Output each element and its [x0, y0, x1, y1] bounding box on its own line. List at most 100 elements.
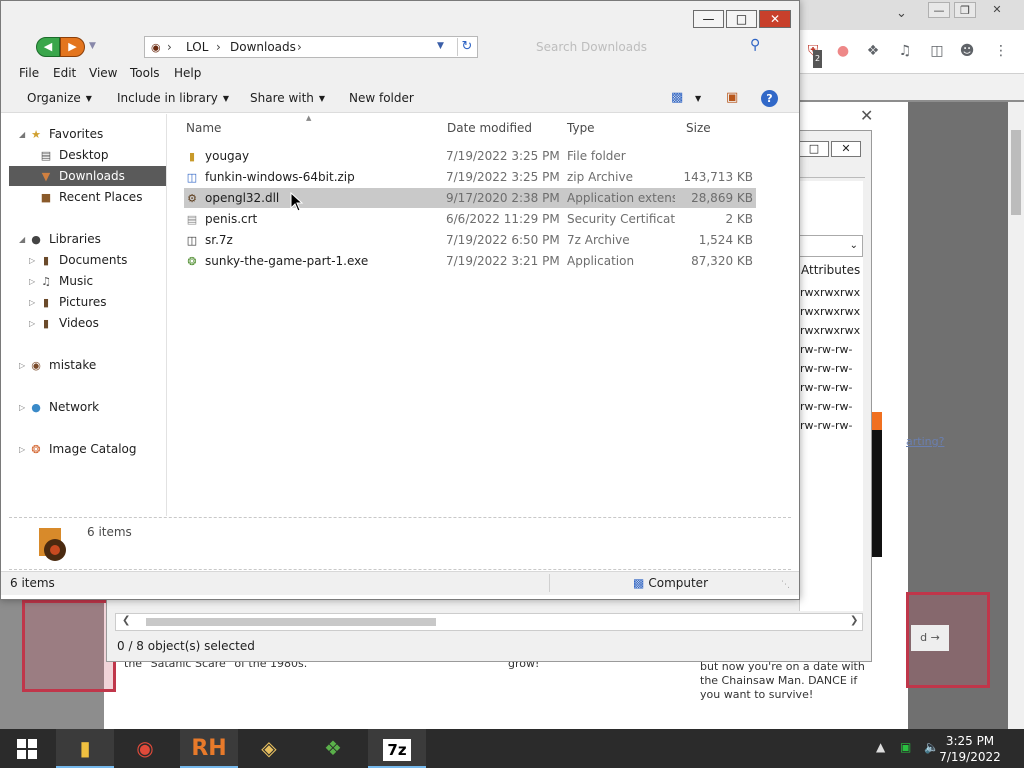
forward-button[interactable]: ▶	[60, 37, 85, 57]
file-row[interactable]: ▤ penis.crt 6/6/2022 11:29 PM Security Ce…	[184, 209, 756, 229]
breadcrumb-separator-icon[interactable]: ›	[216, 40, 221, 54]
archive-scroll-thumb[interactable]	[146, 618, 436, 626]
address-bar[interactable]: ◉ › LOL › Downloads › ▼ ↻	[144, 36, 478, 58]
file-row-selected[interactable]: ⚙ opengl32.dll 9/17/2020 2:38 PM Applicat…	[184, 188, 756, 208]
breadcrumb-separator-icon[interactable]: ›	[167, 40, 172, 54]
column-header-type[interactable]: Type	[567, 121, 595, 135]
profile-avatar-icon[interactable]: ☻	[958, 42, 976, 60]
breadcrumb-downloads[interactable]: Downloads	[230, 40, 296, 54]
search-input[interactable]: Search Downloads	[536, 40, 647, 54]
column-header-name[interactable]: Name	[186, 121, 221, 135]
taskbar-rh-app[interactable]: RH	[180, 729, 238, 768]
nav-desktop[interactable]: ▤ Desktop	[37, 145, 109, 165]
menu-tools[interactable]: Tools	[130, 66, 160, 80]
column-header-date[interactable]: Date modified	[447, 121, 532, 135]
scroll-right-icon[interactable]: ❯	[850, 615, 858, 626]
expand-documents-icon[interactable]: ▷	[29, 256, 35, 265]
game-thumbnail-left[interactable]	[22, 600, 116, 692]
system-clock[interactable]: 3:25 PM 7/19/2022	[930, 733, 1010, 765]
refresh-icon[interactable]: ↻	[457, 38, 476, 56]
file-list[interactable]: Name ▲ Date modified Type Size ▮ yougay 7…	[176, 114, 790, 516]
extensions-puzzle-icon[interactable]: ❖	[864, 42, 882, 60]
tray-app-icon[interactable]: ▣	[900, 740, 911, 754]
nav-videos[interactable]: ▮ Videos	[37, 313, 99, 333]
archive-horizontal-scrollbar[interactable]: ❮ ❯	[115, 613, 863, 631]
menu-view[interactable]: View	[89, 66, 117, 80]
taskbar-file-explorer[interactable]: ▮	[56, 729, 114, 768]
nav-music[interactable]: ♫ Music	[37, 271, 93, 291]
archive-close-button[interactable]: ✕	[831, 141, 861, 157]
nav-image-catalog[interactable]: ❂ Image Catalog	[27, 439, 136, 459]
nav-libraries[interactable]: ● Libraries	[27, 229, 101, 249]
nav-favorites[interactable]: ★ Favorites	[27, 124, 103, 144]
taskbar-paint[interactable]: ◈	[240, 729, 298, 768]
page-link[interactable]: arting?	[906, 435, 944, 448]
nav-downloads[interactable]: ▼ Downloads	[9, 166, 166, 186]
ublock-icon[interactable]: ⛨2	[804, 42, 823, 68]
maximize-button[interactable]: □	[726, 10, 757, 28]
tab-search-chevron-icon[interactable]: ⌄	[896, 6, 907, 21]
side-panel-icon[interactable]: ◫	[928, 42, 946, 60]
close-button[interactable]: ✕	[759, 10, 791, 28]
nav-recent-places[interactable]: ■ Recent Places	[37, 187, 143, 207]
expand-libraries-icon[interactable]: ◢	[19, 235, 25, 244]
include-in-library-button[interactable]: Include in library ▼	[117, 91, 229, 105]
browser-minimize-button[interactable]: —	[928, 2, 950, 18]
file-row[interactable]: ◫ sr.7z 7/19/2022 6:50 PM 7z Archive 1,52…	[184, 230, 756, 250]
browser-restore-button[interactable]: ❐	[954, 2, 976, 18]
archive-path-dropdown[interactable]: ⌄	[799, 235, 863, 257]
modal-close-icon[interactable]: ✕	[860, 106, 873, 125]
expand-favorites-icon[interactable]: ◢	[19, 130, 25, 139]
menu-help[interactable]: Help	[174, 66, 201, 80]
game-thumbnail-right[interactable]: d →	[906, 592, 990, 688]
taskbar-windows-app[interactable]: ❖	[304, 729, 362, 768]
expand-mistake-icon[interactable]: ▷	[19, 361, 25, 370]
file-row[interactable]: ❂ sunky-the-game-part-1.exe 7/19/2022 3:2…	[184, 251, 756, 271]
resize-grip-icon[interactable]: ⋱	[781, 580, 790, 590]
expand-catalog-icon[interactable]: ▷	[19, 445, 25, 454]
nav-pictures[interactable]: ▮ Pictures	[37, 292, 107, 312]
minimize-button[interactable]: —	[693, 10, 724, 28]
expand-videos-icon[interactable]: ▷	[29, 319, 35, 328]
expand-network-icon[interactable]: ▷	[19, 403, 25, 412]
help-icon[interactable]: ?	[761, 90, 778, 107]
attributes-column-header[interactable]: Attributes	[801, 263, 860, 277]
menu-edit[interactable]: Edit	[53, 66, 76, 80]
preview-pane-icon[interactable]: ▣	[726, 90, 738, 105]
breadcrumb-separator-icon[interactable]: ›	[297, 40, 302, 54]
view-options-icon[interactable]: ▼	[695, 94, 701, 103]
menu-file[interactable]: File	[19, 66, 39, 80]
expand-music-icon[interactable]: ▷	[29, 277, 35, 286]
show-hidden-icons-icon[interactable]: ▲	[876, 740, 885, 754]
search-icon[interactable]: ⚲	[750, 37, 760, 53]
browser-close-button[interactable]: ✕	[986, 2, 1008, 18]
column-header-size[interactable]: Size	[686, 121, 711, 135]
nav-documents[interactable]: ▮ Documents	[37, 250, 127, 270]
paint-palette-icon: ◈	[261, 736, 277, 760]
browser-scrollbar-thumb[interactable]	[1011, 130, 1021, 215]
organize-button[interactable]: Organize ▼	[27, 91, 92, 105]
breadcrumb-lol[interactable]: LOL	[186, 40, 208, 54]
archive-maximize-button[interactable]: □	[799, 141, 829, 157]
start-button[interactable]	[0, 729, 54, 768]
flag-extension-icon[interactable]: ●	[834, 42, 852, 60]
media-queue-icon[interactable]: ♫	[896, 42, 914, 60]
browser-menu-icon[interactable]: ⋮	[992, 42, 1010, 60]
taskbar-7zip[interactable]: 7z	[368, 729, 426, 768]
back-button[interactable]: ◀	[36, 37, 60, 57]
new-folder-button[interactable]: New folder	[349, 91, 414, 105]
file-row[interactable]: ◫ funkin-windows-64bit.zip 7/19/2022 3:25…	[184, 167, 756, 187]
recent-locations-icon[interactable]: ▼	[89, 41, 96, 51]
navigation-pane[interactable]: ◢ ★ Favorites ▤ Desktop ▼ Downloads ■ Recent…	[9, 114, 167, 516]
expand-pictures-icon[interactable]: ▷	[29, 298, 35, 307]
nav-network[interactable]: ● Network	[27, 397, 99, 417]
search-box[interactable]: Search Downloads ⚲	[480, 36, 774, 58]
nav-mistake[interactable]: ◉ mistake	[27, 355, 96, 375]
page-next-button[interactable]: d →	[911, 625, 949, 651]
taskbar-chrome[interactable]: ◉	[116, 729, 174, 768]
address-dropdown-icon[interactable]: ▼	[437, 41, 444, 51]
scroll-left-icon[interactable]: ❮	[122, 615, 130, 626]
file-row[interactable]: ▮ yougay 7/19/2022 3:25 PM File folder	[184, 146, 756, 166]
share-with-button[interactable]: Share with ▼	[250, 91, 325, 105]
change-view-icon[interactable]: ▩	[671, 90, 683, 105]
